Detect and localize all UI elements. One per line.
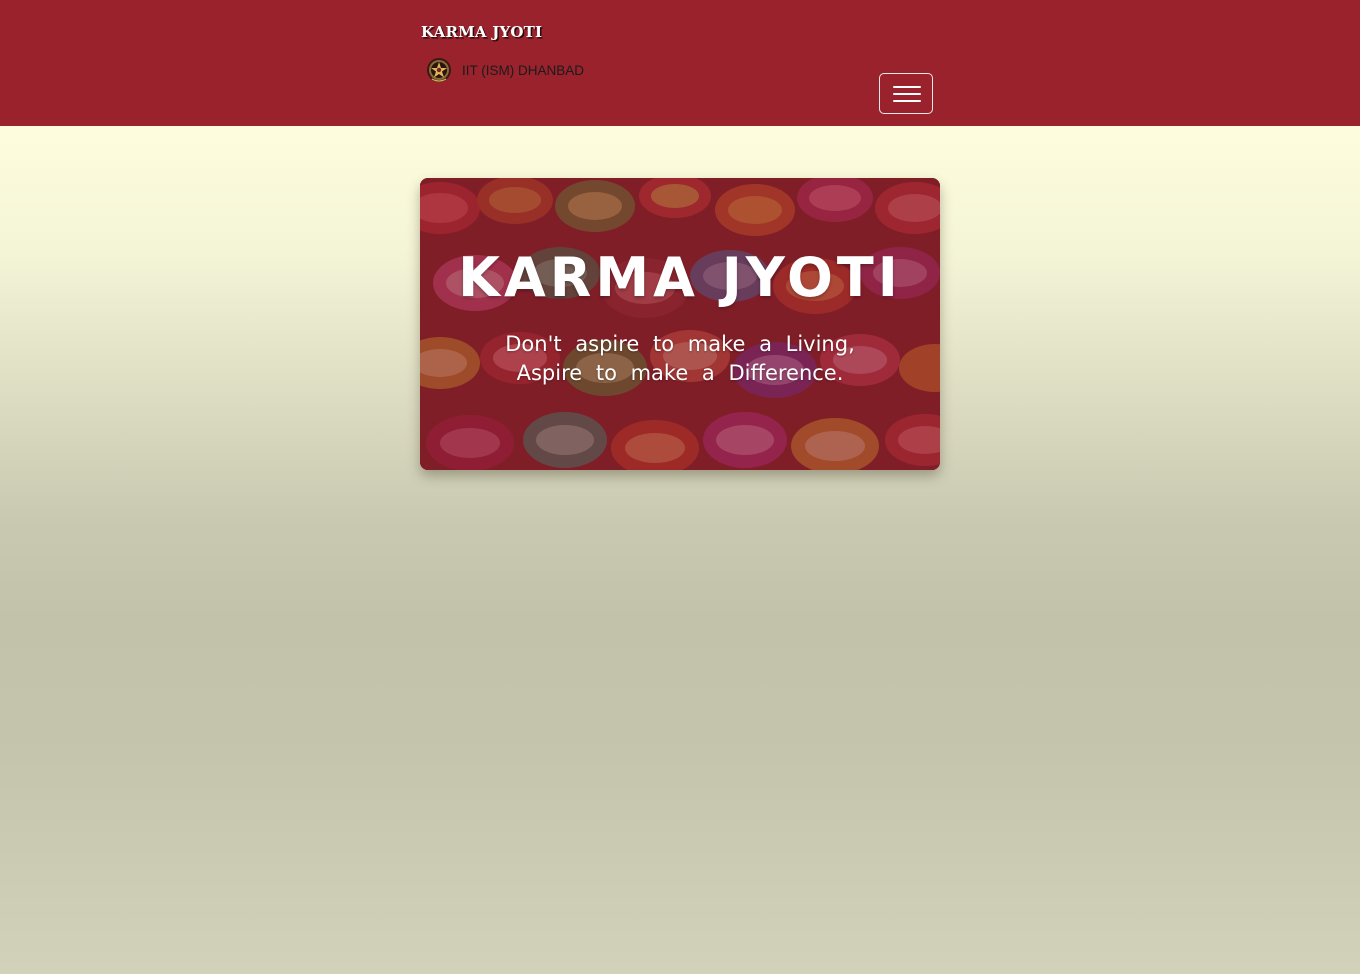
- brand-title[interactable]: KARMA JYOTI: [421, 23, 542, 41]
- navbar: KARMA JYOTI IIT (ISM) DHANBAD: [0, 0, 1360, 126]
- org-name: IIT (ISM) DHANBAD: [462, 62, 585, 78]
- hero-tagline-line-1: Don't aspire to make a Living,: [505, 332, 855, 356]
- hero-title: KARMA JYOTI: [458, 246, 902, 309]
- hamburger-line: [893, 100, 921, 102]
- menu-toggle-button[interactable]: [879, 73, 933, 114]
- institute-emblem-icon: [427, 58, 451, 82]
- org-link[interactable]: IIT (ISM) DHANBAD: [426, 56, 584, 84]
- hero-banner: KARMA JYOTI Don't aspire to make a Livin…: [420, 178, 940, 470]
- hero-overlay: [420, 178, 940, 470]
- hamburger-line: [893, 93, 921, 95]
- hamburger-menu-icon: [893, 86, 921, 88]
- hero-tagline-line-2: Aspire to make a Difference.: [516, 361, 844, 385]
